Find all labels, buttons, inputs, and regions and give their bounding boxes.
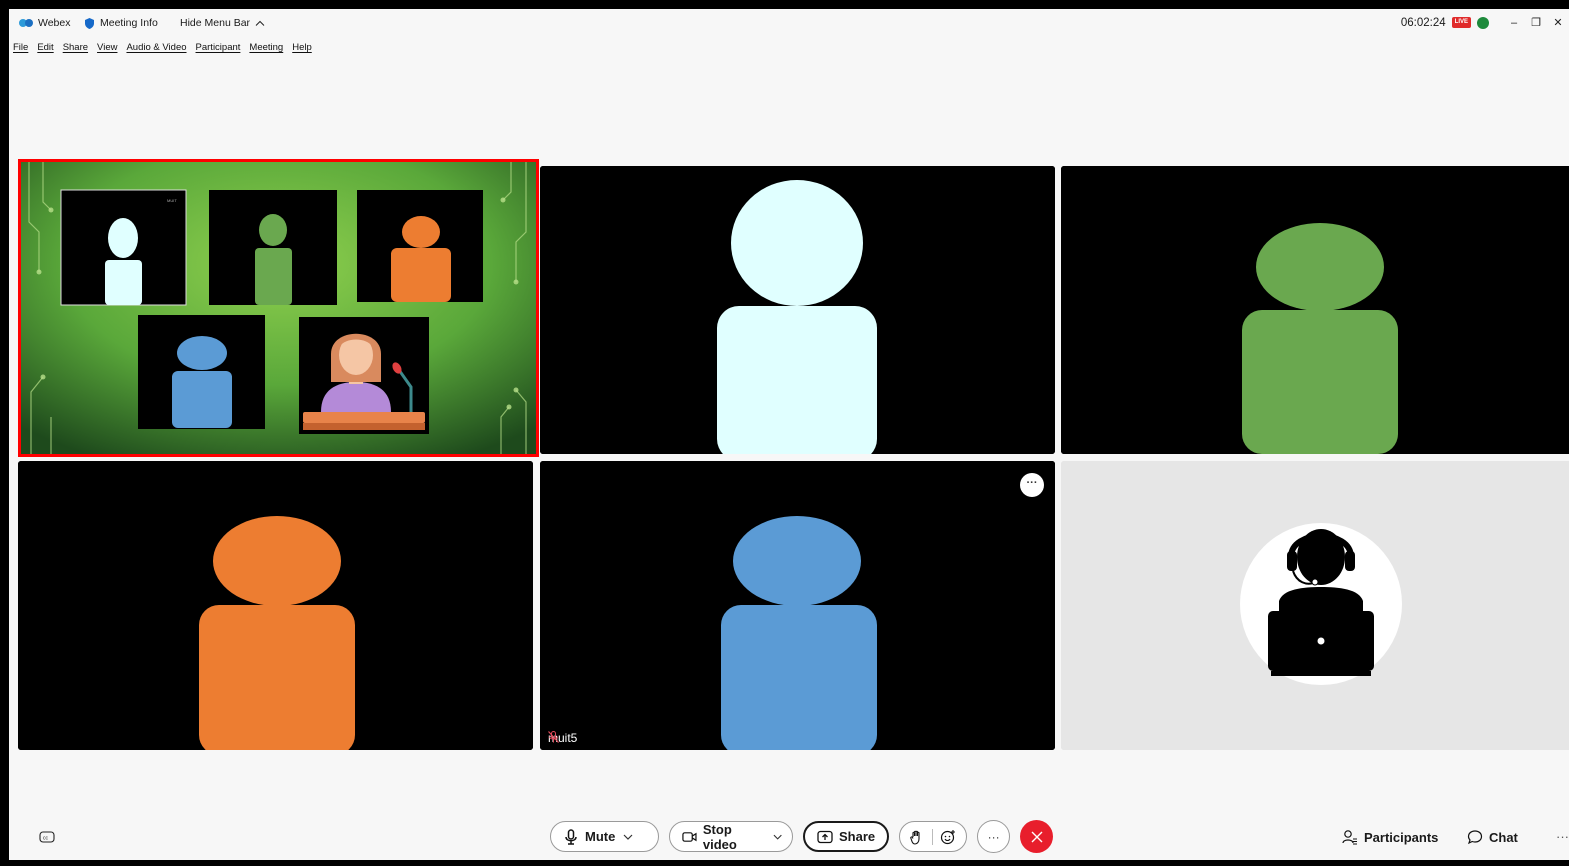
- reactions-group: [899, 821, 968, 852]
- divider: [931, 828, 933, 845]
- restore-button[interactable]: ❐: [1525, 16, 1547, 29]
- closed-captions-icon[interactable]: cc: [39, 830, 57, 844]
- svg-text:cc: cc: [43, 836, 49, 842]
- chevron-down-icon[interactable]: [623, 834, 633, 840]
- meeting-info-label: Meeting Info: [100, 17, 158, 29]
- menu-meeting[interactable]: Meeting: [249, 42, 283, 53]
- chevron-down-icon[interactable]: [773, 834, 782, 840]
- video-tile-participant-muit5[interactable]: ··· muit5: [540, 461, 1055, 750]
- webex-logo-icon: [19, 19, 33, 27]
- menu-help[interactable]: Help: [292, 42, 312, 53]
- meeting-info-button[interactable]: Meeting Info: [85, 17, 158, 29]
- headset-user-avatar-icon: [1061, 461, 1569, 750]
- meeting-clock: 06:02:24: [1400, 16, 1446, 29]
- participant-name-label: muit5: [548, 731, 577, 745]
- participant-avatar-image: [18, 461, 533, 750]
- menu-participant[interactable]: Participant: [196, 42, 241, 53]
- stop-video-button[interactable]: Stop video: [669, 821, 793, 852]
- app-title: Webex: [19, 17, 71, 29]
- share-screen-icon: [817, 830, 833, 843]
- mute-button[interactable]: Mute: [550, 821, 659, 852]
- video-tile-participant-6[interactable]: [1061, 461, 1569, 750]
- tile-more-options-button[interactable]: ···: [1020, 473, 1044, 497]
- chevron-up-icon: [255, 20, 265, 26]
- video-tile-active-speaker[interactable]: MUIT: [18, 159, 539, 457]
- raise-hand-icon[interactable]: [910, 829, 924, 845]
- menu-edit[interactable]: Edit: [37, 42, 53, 53]
- hide-menu-bar-button[interactable]: Hide Menu Bar: [180, 17, 265, 29]
- participant-avatar-image: [540, 461, 1055, 750]
- network-health-icon[interactable]: [1477, 16, 1489, 29]
- app-name: Webex: [38, 17, 71, 29]
- microphone-icon: [565, 828, 577, 845]
- webex-meeting-window: Webex Meeting Info Hide Menu Bar 06:02:2…: [9, 9, 1569, 860]
- menu-file[interactable]: File: [13, 42, 28, 53]
- chat-bubble-icon: [1467, 830, 1483, 845]
- video-tile-participant-2[interactable]: [540, 166, 1055, 454]
- minimize-button[interactable]: –: [1503, 17, 1525, 29]
- mute-label: Mute: [585, 829, 616, 844]
- menu-bar: File Edit Share View Audio & Video Parti…: [9, 42, 312, 53]
- overflow-menu-button[interactable]: ···: [1556, 829, 1569, 844]
- video-tile-participant-3[interactable]: [1061, 166, 1569, 454]
- more-options-button[interactable]: ···: [977, 820, 1011, 853]
- participants-button[interactable]: Participants: [1342, 829, 1438, 845]
- close-window-button[interactable]: ✕: [1547, 16, 1569, 29]
- video-tile-participant-4[interactable]: [18, 461, 533, 750]
- shield-icon: [85, 17, 94, 29]
- mini-tile-label: MUIT: [167, 198, 177, 203]
- close-icon: [1031, 831, 1043, 842]
- participants-icon: [1342, 830, 1357, 845]
- title-bar: Webex Meeting Info Hide Menu Bar 06:02:2…: [9, 9, 1569, 39]
- menu-share[interactable]: Share: [63, 42, 88, 53]
- stop-video-label: Stop video: [702, 821, 737, 852]
- participant-avatar-image: [1061, 166, 1569, 454]
- video-camera-icon: [682, 831, 697, 842]
- participants-label: Participants: [1364, 829, 1439, 845]
- hide-menu-bar-label: Hide Menu Bar: [180, 17, 251, 29]
- share-label: Share: [839, 829, 876, 844]
- participant-avatar-image: [540, 166, 1055, 454]
- chat-button[interactable]: Chat: [1467, 829, 1518, 845]
- leave-meeting-button[interactable]: [1020, 820, 1054, 853]
- live-badge: LIVE: [1451, 17, 1471, 28]
- meeting-controls: Mute Stop video Share ···: [550, 820, 1054, 853]
- chat-label: Chat: [1489, 829, 1518, 845]
- menu-audio-video[interactable]: Audio & Video: [126, 42, 186, 53]
- menu-view[interactable]: View: [97, 42, 117, 53]
- meeting-illustration-image: MUIT: [21, 162, 536, 454]
- emoji-reaction-icon[interactable]: [940, 829, 956, 845]
- share-button[interactable]: Share: [803, 821, 890, 852]
- mic-muted-icon: [548, 731, 559, 743]
- title-bar-right: 06:02:24 LIVE – ❐ ✕: [1401, 16, 1569, 29]
